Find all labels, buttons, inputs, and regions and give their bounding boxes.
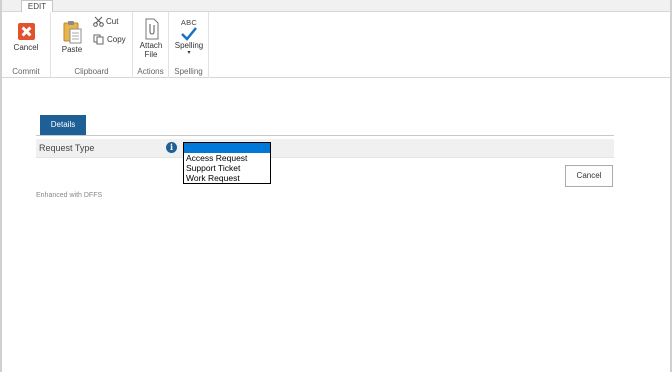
footer-note: Enhanced with DFFS — [36, 192, 103, 199]
paste-label: Paste — [61, 45, 83, 54]
group-label-clipboard: Clipboard — [74, 67, 109, 76]
copy-icon — [93, 34, 104, 45]
spelling-abc-text: ABC — [180, 18, 198, 27]
cancel-ribbon-button[interactable]: Cancel — [7, 23, 45, 52]
paste-icon — [63, 21, 82, 44]
paste-button[interactable]: Paste — [57, 20, 87, 54]
dropdown-option-access-request[interactable]: Access Request — [184, 153, 270, 163]
tab-details[interactable]: Details — [40, 115, 86, 135]
request-type-label: Request Type — [39, 143, 95, 153]
ribbon-tab-strip: EDIT — [2, 0, 670, 13]
cut-button[interactable]: Cut — [93, 16, 118, 27]
dropdown-arrow-icon: ▾ — [187, 50, 191, 56]
dropdown-option-support-ticket[interactable]: Support Ticket — [184, 163, 270, 173]
cut-icon — [93, 16, 104, 27]
dropdown-selected-option[interactable] — [184, 143, 270, 153]
cut-label: Cut — [106, 17, 119, 26]
copy-button[interactable]: Copy — [93, 34, 126, 45]
request-type-dropdown[interactable]: Access Request Support Ticket Work Reque… — [183, 142, 271, 184]
attach-file-button[interactable]: Attach File — [137, 18, 165, 59]
tab-divider — [36, 135, 614, 136]
group-label-spelling: Spelling — [174, 67, 203, 76]
dropdown-option-work-request[interactable]: Work Request — [184, 173, 270, 183]
cancel-icon — [17, 23, 35, 40]
group-label-actions: Actions — [137, 67, 164, 76]
info-icon[interactable]: i — [166, 142, 177, 153]
attach-line1: Attach — [139, 41, 163, 50]
ribbon-group-clipboard: Paste Cut Copy Clipboard — [51, 12, 133, 78]
ribbon-group-commit: Cancel Commit — [2, 12, 51, 78]
ribbon-group-spelling: ABC Spelling ▾ Spelling — [169, 12, 209, 78]
copy-label: Copy — [107, 35, 126, 44]
group-label-commit: Commit — [12, 67, 40, 76]
ribbon-group-actions: Attach File Actions — [133, 12, 169, 78]
attach-line2: File — [144, 50, 158, 59]
spelling-button[interactable]: ABC Spelling ▾ — [172, 18, 206, 56]
ribbon: Cancel Commit Paste Cut Copy Clipboard A… — [2, 12, 670, 78]
spelling-check-icon — [181, 27, 197, 41]
spelling-label: Spelling — [174, 41, 204, 50]
attach-file-icon — [145, 18, 159, 40]
request-type-row: Request Type i — [36, 139, 614, 158]
cancel-button[interactable]: Cancel — [565, 165, 613, 187]
cancel-ribbon-label: Cancel — [13, 43, 39, 52]
